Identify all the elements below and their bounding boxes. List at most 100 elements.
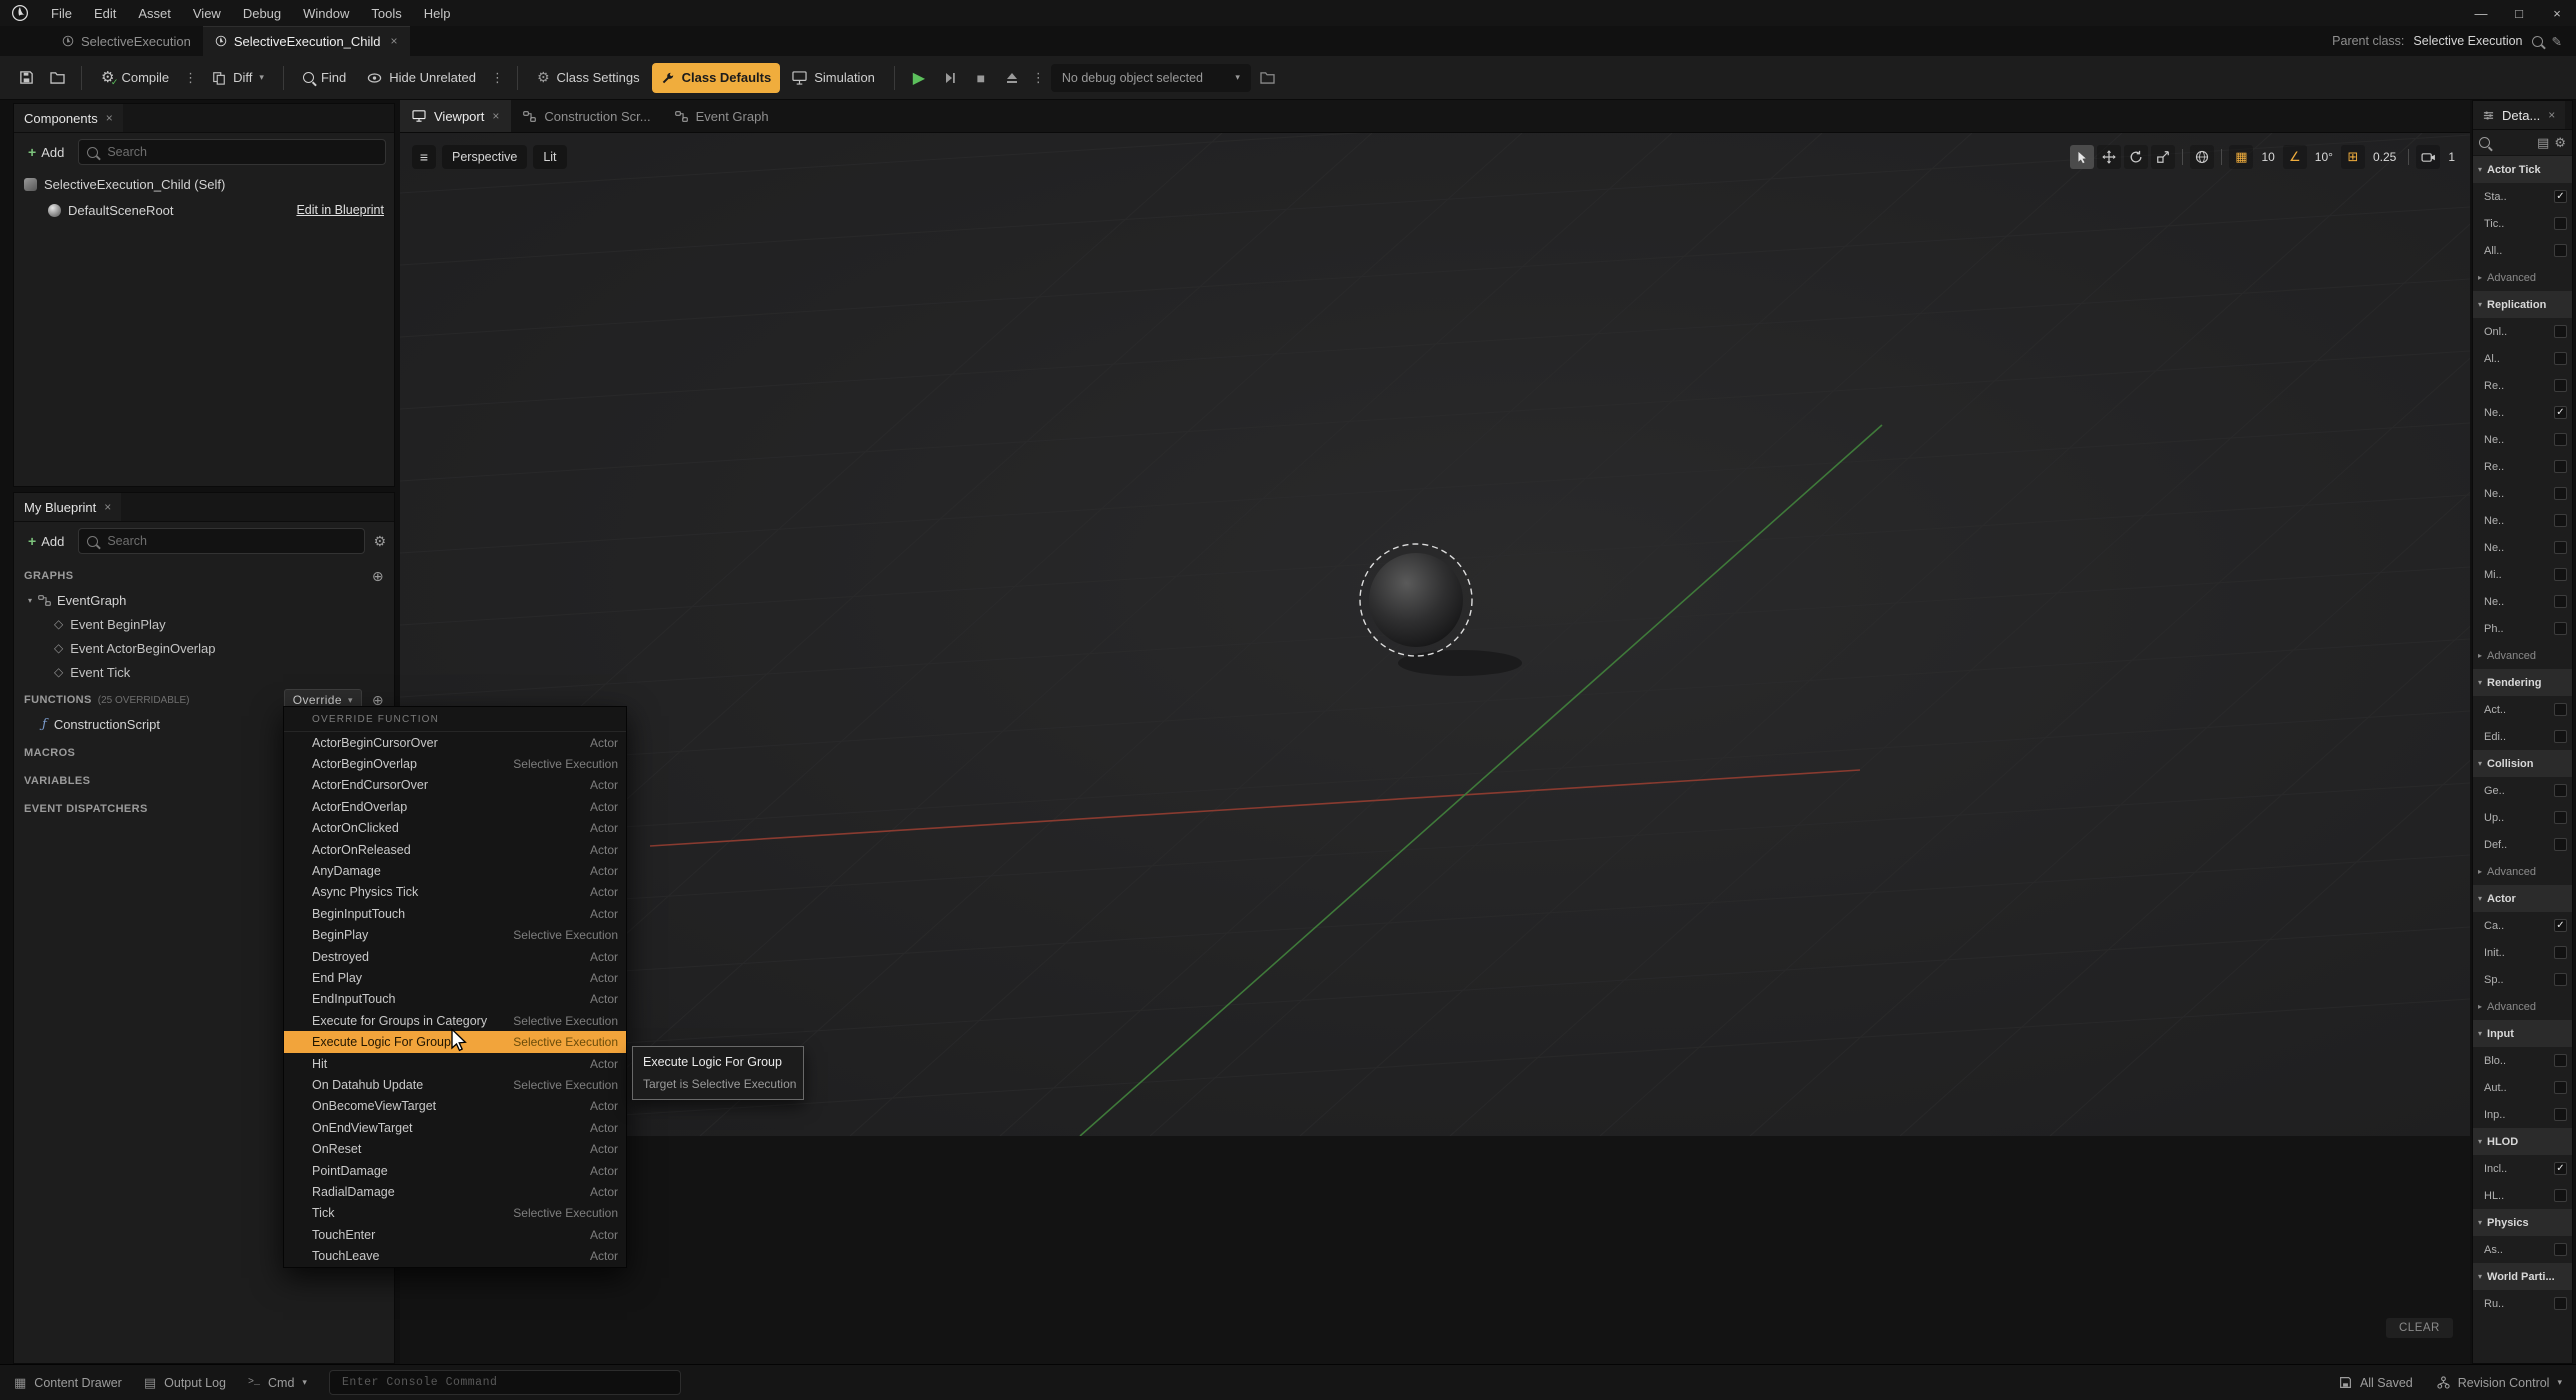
checkbox[interactable]: [2554, 1054, 2567, 1067]
menu-item[interactable]: Window: [292, 0, 360, 26]
details-item[interactable]: Ne..: [2473, 399, 2572, 426]
details-item[interactable]: HL..: [2473, 1182, 2572, 1209]
rotation-snap-value[interactable]: 10°: [2310, 150, 2338, 164]
compile-button[interactable]: ⚙✓ Compile: [92, 63, 178, 93]
details-tab[interactable]: Deta... ×: [2473, 101, 2565, 129]
class-settings-button[interactable]: ⚙ Class Settings: [528, 63, 649, 93]
close-icon[interactable]: ×: [492, 109, 499, 123]
component-child-row[interactable]: DefaultSceneRoot Edit in Blueprint: [14, 197, 394, 223]
details-item[interactable]: Sta..: [2473, 183, 2572, 210]
checkbox[interactable]: [2554, 433, 2567, 446]
compile-options-icon[interactable]: ⋮: [181, 70, 200, 86]
override-menu-item[interactable]: AnyDamage Actor: [284, 860, 626, 881]
viewport-menu-icon[interactable]: ≡: [412, 145, 436, 169]
details-item[interactable]: Sp..: [2473, 966, 2572, 993]
menu-item[interactable]: View: [182, 0, 232, 26]
override-menu-item[interactable]: ActorOnReleased Actor: [284, 839, 626, 860]
lit-mode-button[interactable]: Lit: [533, 145, 566, 169]
component-root-row[interactable]: SelectiveExecution_Child (Self): [14, 171, 394, 197]
override-menu-item[interactable]: ActorOnClicked Actor: [284, 818, 626, 839]
override-menu-item[interactable]: RadialDamage Actor: [284, 1181, 626, 1202]
checkbox[interactable]: [2554, 568, 2567, 581]
details-item[interactable]: Advanced: [2473, 858, 2572, 885]
menu-item[interactable]: Debug: [232, 0, 292, 26]
details-item[interactable]: As..: [2473, 1236, 2572, 1263]
override-menu-item[interactable]: End Play Actor: [284, 967, 626, 988]
debug-object-select[interactable]: No debug object selected ▾: [1051, 64, 1251, 92]
override-menu-item[interactable]: PointDamage Actor: [284, 1160, 626, 1181]
checkbox[interactable]: [2554, 1297, 2567, 1310]
checkbox[interactable]: [2554, 406, 2567, 419]
details-item[interactable]: Input: [2473, 1020, 2572, 1047]
event-item[interactable]: ◇ Event Tick: [14, 660, 394, 684]
edit-in-blueprint-link[interactable]: Edit in Blueprint: [296, 203, 384, 217]
details-item[interactable]: Edi..: [2473, 723, 2572, 750]
close-icon[interactable]: ×: [2548, 108, 2555, 122]
browse-content-button[interactable]: [43, 63, 71, 93]
details-item[interactable]: Onl..: [2473, 318, 2572, 345]
details-item[interactable]: Re..: [2473, 453, 2572, 480]
override-menu-item[interactable]: Tick Selective Execution: [284, 1203, 626, 1224]
save-button[interactable]: [12, 63, 40, 93]
tab-construction-script[interactable]: Construction Scr...: [511, 100, 662, 132]
details-item[interactable]: Incl..: [2473, 1155, 2572, 1182]
checkbox[interactable]: [2554, 703, 2567, 716]
checkbox[interactable]: [2554, 730, 2567, 743]
details-item[interactable]: Ne..: [2473, 534, 2572, 561]
menu-item[interactable]: File: [40, 0, 83, 26]
scale-snap-value[interactable]: 0.25: [2368, 150, 2401, 164]
close-button[interactable]: ×: [2538, 0, 2576, 26]
components-search-input[interactable]: [105, 144, 377, 160]
grid-snap-value[interactable]: 10: [2256, 150, 2279, 164]
details-item[interactable]: Advanced: [2473, 264, 2572, 291]
checkbox[interactable]: [2554, 541, 2567, 554]
tab-event-graph[interactable]: Event Graph: [663, 100, 781, 132]
details-item[interactable]: Actor: [2473, 885, 2572, 912]
3d-viewport[interactable]: [400, 133, 2470, 1136]
my-blueprint-search-input[interactable]: [105, 533, 356, 549]
details-item[interactable]: All..: [2473, 237, 2572, 264]
checkbox[interactable]: [2554, 190, 2567, 203]
rotate-tool-button[interactable]: [2124, 145, 2148, 169]
checkbox[interactable]: [2554, 838, 2567, 851]
override-menu-item[interactable]: TouchLeave Actor: [284, 1245, 626, 1266]
stop-button[interactable]: ■: [967, 63, 995, 93]
details-item[interactable]: Re..: [2473, 372, 2572, 399]
checkbox[interactable]: [2554, 325, 2567, 338]
add-component-button[interactable]: + Add: [22, 141, 70, 163]
move-tool-button[interactable]: [2097, 145, 2121, 169]
camera-speed-value[interactable]: 1: [2443, 150, 2460, 164]
scale-tool-button[interactable]: [2151, 145, 2175, 169]
search-icon[interactable]: [2479, 137, 2490, 148]
checkbox[interactable]: [2554, 595, 2567, 608]
override-menu-item[interactable]: OnEndViewTarget Actor: [284, 1117, 626, 1138]
details-item[interactable]: Actor Tick: [2473, 156, 2572, 183]
menu-item[interactable]: Asset: [127, 0, 182, 26]
checkbox[interactable]: [2554, 784, 2567, 797]
checkbox[interactable]: [2554, 1081, 2567, 1094]
override-menu-item[interactable]: On Datahub Update Selective Execution: [284, 1074, 626, 1095]
details-item[interactable]: Act..: [2473, 696, 2572, 723]
details-item[interactable]: Ne..: [2473, 507, 2572, 534]
content-drawer-button[interactable]: ▦ Content Drawer: [14, 1375, 122, 1391]
checkbox[interactable]: [2554, 973, 2567, 986]
play-options-icon[interactable]: ⋮: [1029, 70, 1048, 86]
camera-speed-button[interactable]: [2416, 145, 2440, 169]
details-item[interactable]: Ne..: [2473, 480, 2572, 507]
minimize-button[interactable]: —: [2462, 0, 2500, 26]
add-graph-icon[interactable]: ⊕: [372, 568, 384, 585]
scale-snap-toggle[interactable]: ⊞: [2341, 145, 2365, 169]
details-settings-icon[interactable]: ⚙: [2554, 135, 2566, 151]
details-item[interactable]: Advanced: [2473, 993, 2572, 1020]
hide-unrelated-button[interactable]: Hide Unrelated: [358, 63, 485, 93]
checkbox[interactable]: [2554, 379, 2567, 392]
expander-icon[interactable]: ▾: [28, 596, 32, 605]
details-item[interactable]: Mi..: [2473, 561, 2572, 588]
checkbox[interactable]: [2554, 217, 2567, 230]
details-item[interactable]: Tic..: [2473, 210, 2572, 237]
maximize-button[interactable]: □: [2500, 0, 2538, 26]
tab-viewport[interactable]: Viewport ×: [400, 100, 511, 132]
display-options-icon[interactable]: ▤: [2537, 135, 2549, 151]
menu-item[interactable]: Help: [413, 0, 462, 26]
edit-parent-icon[interactable]: ✎: [2552, 34, 2562, 49]
